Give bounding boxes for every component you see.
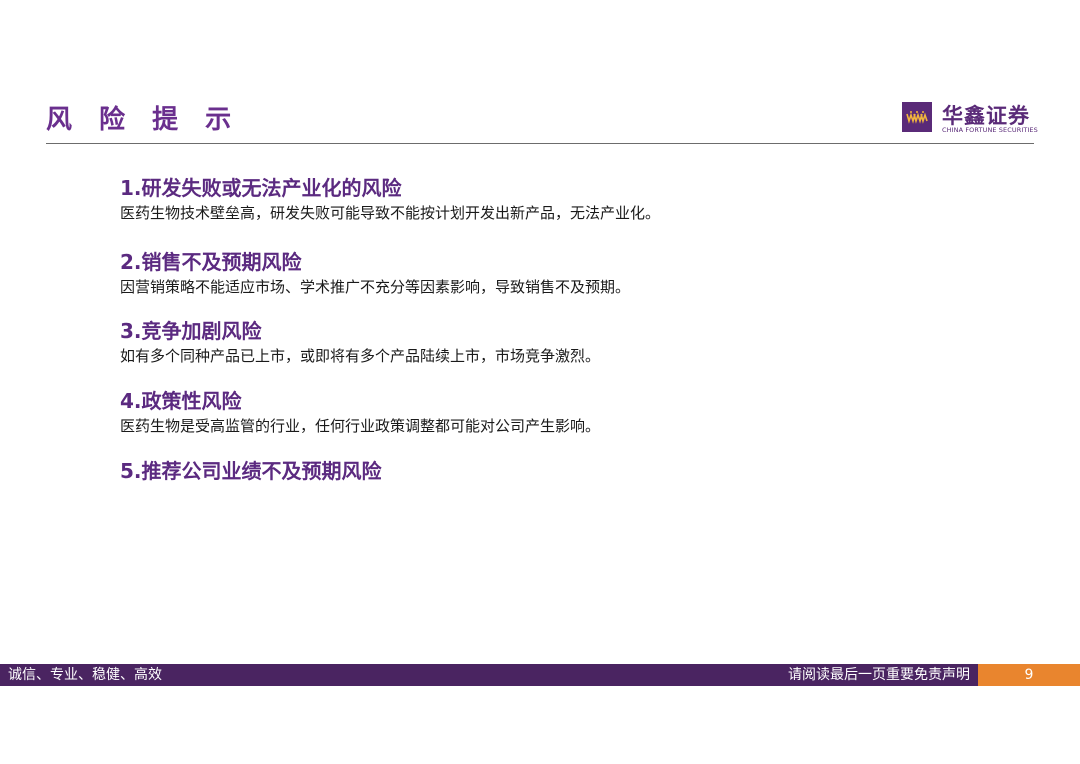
company-logo: 华鑫证券 CHINA FORTUNE SECURITIES bbox=[902, 102, 1042, 136]
risk-item: 5.推荐公司业绩不及预期风险 bbox=[120, 457, 1020, 485]
risk-heading: 3.竞争加剧风险 bbox=[120, 319, 262, 343]
risk-heading: 2.销售不及预期风险 bbox=[120, 250, 302, 274]
risk-heading: 1.研发失败或无法产业化的风险 bbox=[120, 176, 402, 200]
risk-description: 因营销策略不能适应市场、学术推广不充分等因素影响，导致销售不及预期。 bbox=[120, 278, 631, 296]
china-fortune-logo-mark-icon bbox=[902, 102, 932, 132]
risk-heading: 5.推荐公司业绩不及预期风险 bbox=[120, 459, 382, 483]
risk-description: 医药生物是受高监管的行业，任何行业政策调整都可能对公司产生影响。 bbox=[120, 417, 601, 435]
footer-bar: 诚信、专业、稳健、高效 请阅读最后一页重要免责声明 9 bbox=[0, 664, 1080, 686]
risk-description: 如有多个同种产品已上市，或即将有多个产品陆续上市，市场竞争激烈。 bbox=[120, 347, 601, 365]
risk-heading: 4.政策性风险 bbox=[120, 389, 242, 413]
risk-item: 2.销售不及预期风险 因营销策略不能适应市场、学术推广不充分等因素影响，导致销售… bbox=[120, 248, 1020, 298]
page-number: 9 bbox=[978, 664, 1080, 686]
footer-disclaimer: 请阅读最后一页重要免责声明 bbox=[788, 667, 970, 683]
risk-list: 1.研发失败或无法产业化的风险 医药生物技术壁垒高，研发失败可能导致不能按计划开… bbox=[120, 174, 1020, 485]
logo-name-en: CHINA FORTUNE SECURITIES bbox=[942, 126, 1038, 134]
risk-description: 医药生物技术壁垒高，研发失败可能导致不能按计划开发出新产品，无法产业化。 bbox=[120, 204, 661, 222]
page-title: 风 险 提 示 bbox=[46, 105, 241, 135]
risk-item: 1.研发失败或无法产业化的风险 医药生物技术壁垒高，研发失败可能导致不能按计划开… bbox=[120, 174, 1020, 224]
title-divider bbox=[46, 143, 1034, 144]
footer-motto: 诚信、专业、稳健、高效 bbox=[8, 667, 162, 683]
risk-item: 4.政策性风险 医药生物是受高监管的行业，任何行业政策调整都可能对公司产生影响。 bbox=[120, 387, 1020, 437]
risk-item: 3.竞争加剧风险 如有多个同种产品已上市，或即将有多个产品陆续上市，市场竞争激烈… bbox=[120, 317, 1020, 367]
